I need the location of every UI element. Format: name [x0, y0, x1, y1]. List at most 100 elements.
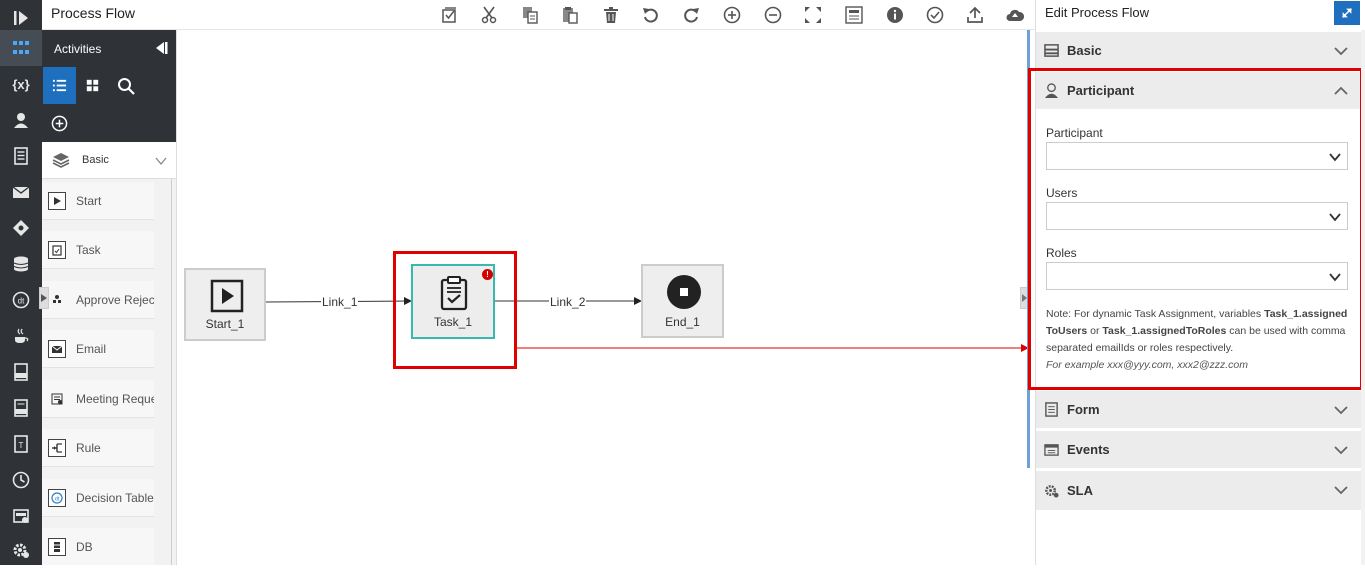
activity-task[interactable]: Task	[42, 231, 154, 269]
zoom-out-icon[interactable]	[762, 4, 784, 26]
fit-screen-icon[interactable]	[802, 4, 824, 26]
end-node[interactable]: End_1	[641, 264, 724, 338]
java-icon[interactable]	[0, 318, 42, 354]
svg-text:T: T	[19, 441, 24, 450]
activity-label: DB	[76, 539, 93, 554]
panel-scrollbar[interactable]	[1361, 30, 1365, 565]
form-icon[interactable]	[0, 138, 42, 174]
activity-label: Task	[76, 242, 101, 257]
edit-panel-title: Edit Process Flow	[1045, 5, 1150, 20]
activity-label: Approve Reject	[76, 292, 154, 307]
end-node-label: End_1	[665, 315, 700, 329]
chevron-down-icon	[155, 157, 167, 166]
template-icon[interactable]: T	[0, 426, 42, 462]
script-icon[interactable]	[0, 354, 42, 390]
activities-header: Activities	[42, 30, 176, 67]
rule-icon[interactable]	[0, 210, 42, 246]
link-1-label: Link_1	[321, 295, 359, 309]
sla-gear-icon	[1045, 485, 1059, 498]
variables-icon[interactable]: {x}	[0, 66, 42, 102]
timer-icon[interactable]	[0, 462, 42, 498]
task-icon	[48, 240, 66, 259]
activity-start[interactable]: Start	[42, 182, 154, 220]
play-icon	[210, 279, 244, 313]
link-2-label: Link_2	[549, 295, 587, 309]
section-events-label: Events	[1067, 442, 1110, 457]
activity-email[interactable]: Email	[42, 330, 154, 368]
activity-decision-table[interactable]: dt Decision Table	[42, 479, 154, 517]
list-view-icon[interactable]	[43, 67, 76, 104]
activities-list: Start Task Approve Reject Email Meeting …	[42, 179, 176, 565]
database-icon[interactable]	[0, 246, 42, 282]
section-basic[interactable]: Basic	[1036, 32, 1364, 70]
section-form-label: Form	[1067, 402, 1100, 417]
section-sla-label: SLA	[1067, 483, 1093, 498]
validate-icon[interactable]	[924, 4, 946, 26]
events-section-icon	[1044, 444, 1059, 456]
chevron-down-icon	[1334, 406, 1348, 415]
add-activity-icon[interactable]	[43, 105, 76, 142]
activity-label: Rule	[76, 440, 101, 455]
activities-scrollbar[interactable]	[171, 179, 172, 565]
section-events[interactable]: Events	[1036, 431, 1364, 469]
copy-icon[interactable]	[519, 4, 541, 26]
redo-icon[interactable]	[680, 4, 702, 26]
expand-arrow-icon	[1021, 294, 1027, 302]
delete-icon[interactable]	[600, 4, 622, 26]
activity-label: Email	[76, 341, 107, 356]
settings-icon[interactable]	[0, 532, 42, 568]
activity-label: Meeting Request	[76, 391, 154, 406]
db-icon	[48, 537, 66, 556]
activities-panel: Activities Basic Start Task Approve Reje…	[42, 30, 176, 565]
activities-title: Activities	[54, 41, 102, 56]
chevron-down-icon	[1334, 486, 1348, 495]
section-form[interactable]: Form	[1036, 391, 1364, 429]
activity-db[interactable]: DB	[42, 528, 154, 565]
svg-text:dt: dt	[55, 496, 60, 502]
section-sla[interactable]: SLA	[1036, 471, 1364, 511]
activity-meeting-request[interactable]: Meeting Request	[42, 380, 154, 418]
approve-reject-icon	[48, 291, 66, 309]
layers-icon	[52, 153, 70, 168]
page-title: Process Flow	[51, 5, 136, 21]
cloud-icon[interactable]	[1004, 4, 1026, 26]
cut-icon[interactable]	[478, 4, 500, 26]
activity-approve-reject[interactable]: Approve Reject	[42, 281, 154, 319]
grid-view-icon[interactable]	[76, 67, 109, 104]
diagram-connectors	[265, 297, 1029, 352]
form-section-icon	[1045, 402, 1058, 417]
grid-icon[interactable]	[843, 4, 865, 26]
left-icon-rail: {x} dt T	[0, 0, 42, 565]
stop-icon	[667, 275, 701, 309]
publish-icon[interactable]	[964, 4, 986, 26]
start-icon	[48, 191, 66, 210]
expand-panel-icon[interactable]	[1334, 1, 1360, 25]
meeting-request-icon	[48, 390, 66, 408]
expand-arrow-icon	[41, 294, 47, 302]
paste-icon[interactable]	[559, 4, 581, 26]
report-icon[interactable]	[0, 498, 42, 534]
search-icon[interactable]	[109, 67, 142, 104]
left-splitter-handle[interactable]	[39, 287, 49, 309]
zoom-in-icon[interactable]	[721, 4, 743, 26]
participant-highlight-box	[1028, 68, 1363, 390]
activity-label: Start	[76, 193, 102, 208]
category-selector[interactable]: Basic	[42, 142, 176, 179]
diagram-canvas[interactable]: Start_1 Link_1 Task_1 ! Link_2 End_1	[176, 30, 1031, 565]
collapse-panel-icon[interactable]	[154, 41, 168, 55]
info-icon[interactable]	[884, 4, 906, 26]
process-flow-icon[interactable]	[0, 30, 42, 66]
activity-label: Decision Table	[76, 490, 154, 505]
basic-section-icon	[1044, 44, 1059, 57]
email-icon[interactable]	[0, 174, 42, 210]
activity-rule[interactable]: Rule	[42, 429, 154, 467]
section-basic-label: Basic	[1067, 43, 1102, 58]
start-node[interactable]: Start_1	[184, 268, 266, 341]
decision-table-icon[interactable]: dt	[0, 282, 42, 318]
css-icon[interactable]	[0, 390, 42, 426]
top-toolbar: Process Flow	[42, 0, 1035, 30]
select-all-icon[interactable]	[438, 4, 460, 26]
participant-icon[interactable]	[0, 102, 42, 138]
category-label: Basic	[82, 154, 109, 166]
undo-icon[interactable]	[640, 4, 662, 26]
